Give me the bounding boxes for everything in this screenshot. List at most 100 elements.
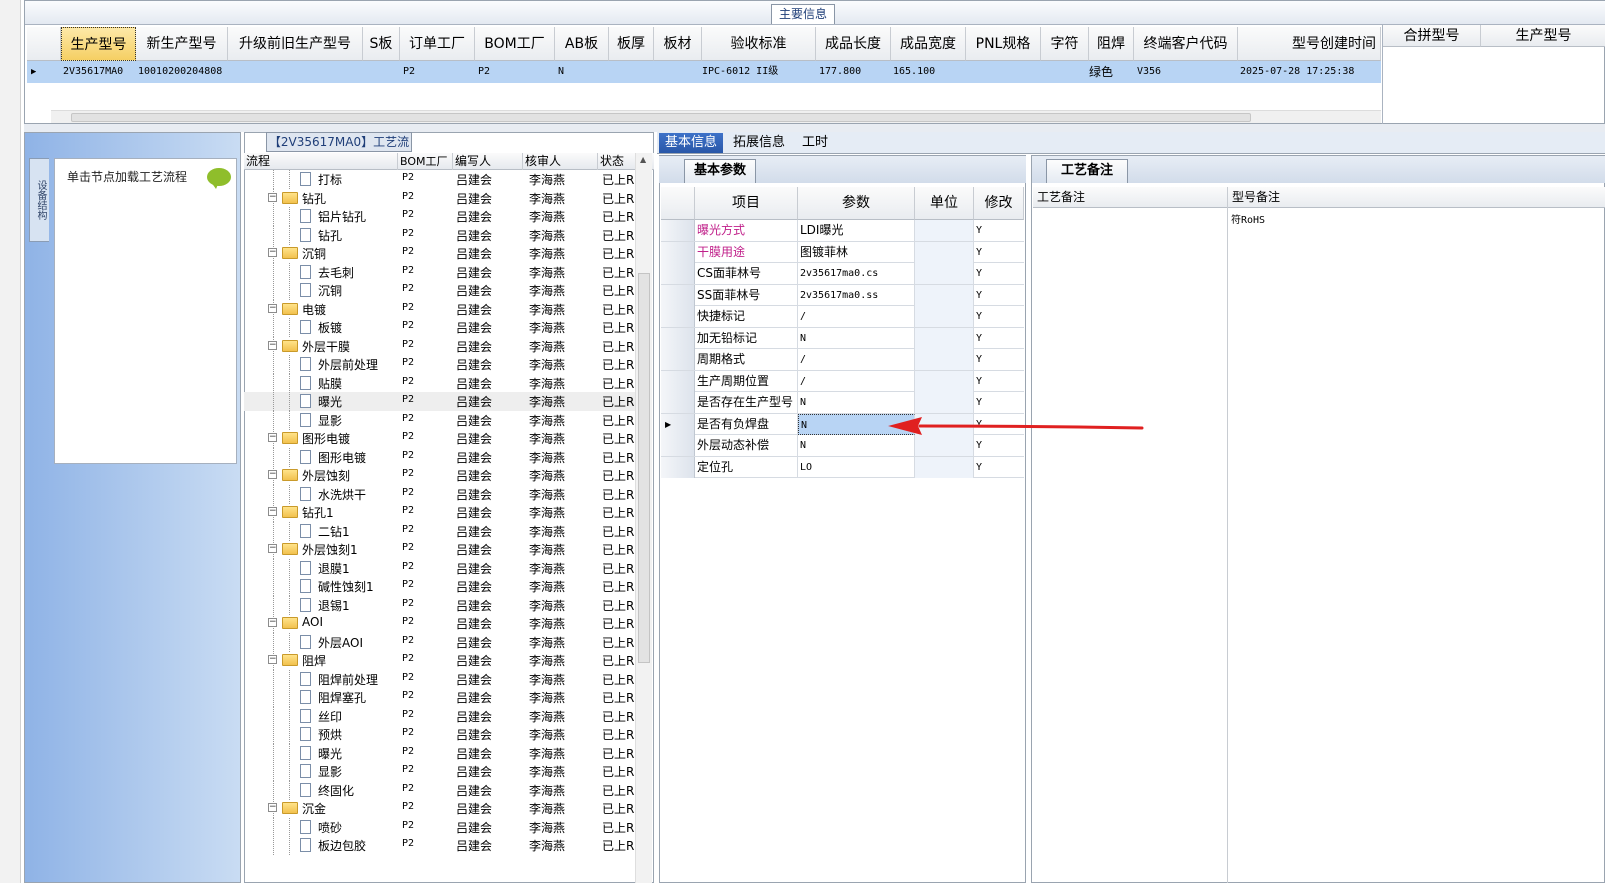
collapse-icon[interactable]: − — [268, 618, 277, 627]
tree-node-row[interactable]: 退膜1 P2 吕建会 李海燕 已上R — [244, 558, 639, 578]
node-name[interactable]: 钻孔 — [302, 190, 326, 207]
node-name[interactable]: 终固化 — [318, 782, 354, 799]
collapse-icon[interactable]: − — [268, 340, 277, 350]
param-value[interactable]: LDI曝光 — [798, 220, 915, 241]
tab-extended-info[interactable]: 拓展信息 — [727, 133, 791, 153]
node-name[interactable]: 水洗烘干 — [318, 486, 366, 503]
param-unit[interactable] — [915, 456, 974, 478]
param-row[interactable]: 是否存在生产型号 N Y — [661, 392, 1024, 414]
node-name[interactable]: 钻孔1 — [302, 504, 334, 521]
tree-node-row[interactable]: 曝光 P2 吕建会 李海燕 已上R — [244, 392, 639, 411]
tree-col-bom[interactable]: BOM工厂 — [398, 153, 453, 170]
row-header[interactable] — [661, 456, 695, 478]
node-name[interactable]: 阻焊前处理 — [318, 671, 378, 688]
tree-node-row[interactable]: 贴膜 P2 吕建会 李海燕 已上R — [244, 373, 639, 393]
tab-basic-info[interactable]: 基本信息 — [659, 133, 724, 153]
tree-node-row[interactable]: 丝印 P2 吕建会 李海燕 已上R — [244, 706, 639, 726]
tree-node-row[interactable]: 板镀 P2 吕建会 李海燕 已上R — [244, 318, 639, 337]
collapse-icon[interactable]: − — [268, 248, 277, 257]
node-name[interactable]: 沉铜 — [318, 282, 342, 299]
tree-col-reviewer[interactable]: 核审人 — [523, 153, 598, 170]
row-header[interactable] — [661, 435, 695, 456]
col-header-acceptance[interactable]: 验收标准 — [702, 27, 816, 61]
tree-node-row[interactable]: 外层前处理 P2 吕建会 李海燕 已上R — [244, 355, 639, 374]
col-header-width[interactable]: 成品宽度 — [891, 27, 966, 61]
param-unit[interactable] — [915, 370, 974, 392]
node-name[interactable]: 板边包胶 — [318, 837, 366, 854]
tree-group-row[interactable]: − 阻焊 P2 吕建会 李海燕 已上R — [244, 651, 639, 670]
col-header-s-board[interactable]: S板 — [363, 27, 400, 61]
param-unit[interactable] — [915, 435, 974, 456]
tree-node-row[interactable]: 打标 P2 吕建会 李海燕 已上R — [244, 170, 639, 189]
remark-col-model[interactable]: 型号备注 — [1228, 187, 1605, 208]
tree-group-row[interactable]: − 钻孔 P2 吕建会 李海燕 已上R — [244, 188, 639, 208]
cell-order-factory[interactable]: P2 — [403, 61, 415, 83]
node-name[interactable]: 外层AOI — [318, 634, 363, 651]
param-row[interactable]: SS面菲林号 2v35617ma0.ss Y — [661, 284, 1024, 306]
col-header-order-factory[interactable]: 订单工厂 — [400, 27, 475, 61]
param-value[interactable]: N — [798, 392, 915, 413]
node-name[interactable]: 外层前处理 — [318, 356, 378, 373]
tree-node-row[interactable]: 碱性蚀刻1 P2 吕建会 李海燕 已上R — [244, 577, 639, 596]
param-row[interactable]: 周期格式 / Y — [661, 349, 1024, 371]
node-name[interactable]: 去毛刺 — [318, 264, 354, 281]
param-modify[interactable]: Y — [974, 306, 1024, 327]
tree-node-row[interactable]: 去毛刺 P2 吕建会 李海燕 已上R — [244, 262, 639, 282]
row-header[interactable] — [661, 284, 695, 306]
col-header-thickness[interactable]: 板厚 — [609, 27, 654, 61]
params-col-unit[interactable]: 单位 — [915, 187, 974, 220]
row-header[interactable] — [661, 392, 695, 413]
node-name[interactable]: 沉金 — [302, 800, 326, 817]
tree-node-row[interactable]: 板边包胶 P2 吕建会 李海燕 已上R — [244, 836, 639, 855]
process-remark-title[interactable]: 工艺备注 — [1046, 159, 1128, 183]
node-name[interactable]: 钻孔 — [318, 227, 342, 244]
col-header-char[interactable]: 字符 — [1041, 27, 1089, 61]
node-name[interactable]: 沉铜 — [302, 245, 326, 262]
horizontal-scrollbar[interactable] — [51, 110, 1381, 123]
param-value[interactable]: 2v35617ma0.ss — [798, 284, 915, 306]
node-name[interactable]: 电镀 — [302, 301, 326, 318]
collapse-icon[interactable]: − — [268, 470, 277, 479]
tree-col-flow[interactable]: 流程 — [244, 153, 398, 170]
collapse-icon[interactable]: − — [268, 433, 277, 442]
cell-created[interactable]: 2025-07-28 17:25:38 — [1240, 61, 1354, 83]
tree-node-row[interactable]: 终固化 P2 吕建会 李海燕 已上R — [244, 780, 639, 800]
param-value[interactable]: / — [798, 306, 915, 327]
row-header[interactable] — [661, 220, 695, 241]
col-header-pnl[interactable]: PNL规格 — [966, 27, 1041, 61]
scroll-up-icon[interactable]: ▲ — [640, 155, 646, 164]
tree-scroll-thumb[interactable] — [638, 273, 650, 663]
cell-solder[interactable]: 绿色 — [1089, 61, 1113, 83]
node-name[interactable]: 显影 — [318, 763, 342, 780]
col-header-length[interactable]: 成品长度 — [816, 27, 891, 61]
model-remark-text[interactable]: 符RoHS — [1231, 211, 1265, 226]
collapse-icon[interactable]: − — [268, 303, 277, 313]
row-header[interactable]: ▶ — [661, 413, 695, 435]
tree-node-row[interactable]: 曝光 P2 吕建会 李海燕 已上R — [244, 743, 639, 763]
tree-group-row[interactable]: − AOI P2 吕建会 李海燕 已上R — [244, 614, 639, 633]
cell-production-model[interactable]: 2V35617MA0 — [63, 61, 123, 83]
param-row[interactable]: CS面菲林号 2v35617ma0.cs Y — [661, 263, 1024, 285]
tree-node-row[interactable]: 外层AOI P2 吕建会 李海燕 已上R — [244, 632, 639, 652]
params-col-param[interactable]: 参数 — [798, 187, 915, 220]
node-name[interactable]: 打标 — [318, 171, 342, 188]
tree-node-row[interactable]: 水洗烘干 P2 吕建会 李海燕 已上R — [244, 484, 639, 504]
row-header[interactable] — [661, 241, 695, 263]
cell-width[interactable]: 165.100 — [893, 61, 935, 83]
tree-group-row[interactable]: − 沉铜 P2 吕建会 李海燕 已上R — [244, 244, 639, 263]
param-unit[interactable] — [915, 263, 974, 284]
node-name[interactable]: 曝光 — [318, 393, 342, 410]
cell-ab-board[interactable]: N — [558, 61, 564, 83]
param-modify[interactable]: Y — [974, 435, 1024, 456]
node-name[interactable]: 预烘 — [318, 726, 342, 743]
tree-group-row[interactable]: − 电镀 P2 吕建会 李海燕 已上R — [244, 299, 639, 319]
tree-node-row[interactable]: 沉铜 P2 吕建会 李海燕 已上R — [244, 281, 639, 300]
tree-node-row[interactable]: 图形电镀 P2 吕建会 李海燕 已上R — [244, 447, 639, 467]
param-unit[interactable] — [915, 306, 974, 327]
col-header-material[interactable]: 板材 — [654, 27, 702, 61]
param-unit[interactable] — [915, 327, 974, 349]
node-name[interactable]: 丝印 — [318, 708, 342, 725]
param-row[interactable]: 加无铅标记 N Y — [661, 327, 1024, 349]
cell-new-model[interactable]: 10010200204808 — [138, 61, 222, 83]
remark-col-process[interactable]: 工艺备注 — [1033, 187, 1228, 208]
